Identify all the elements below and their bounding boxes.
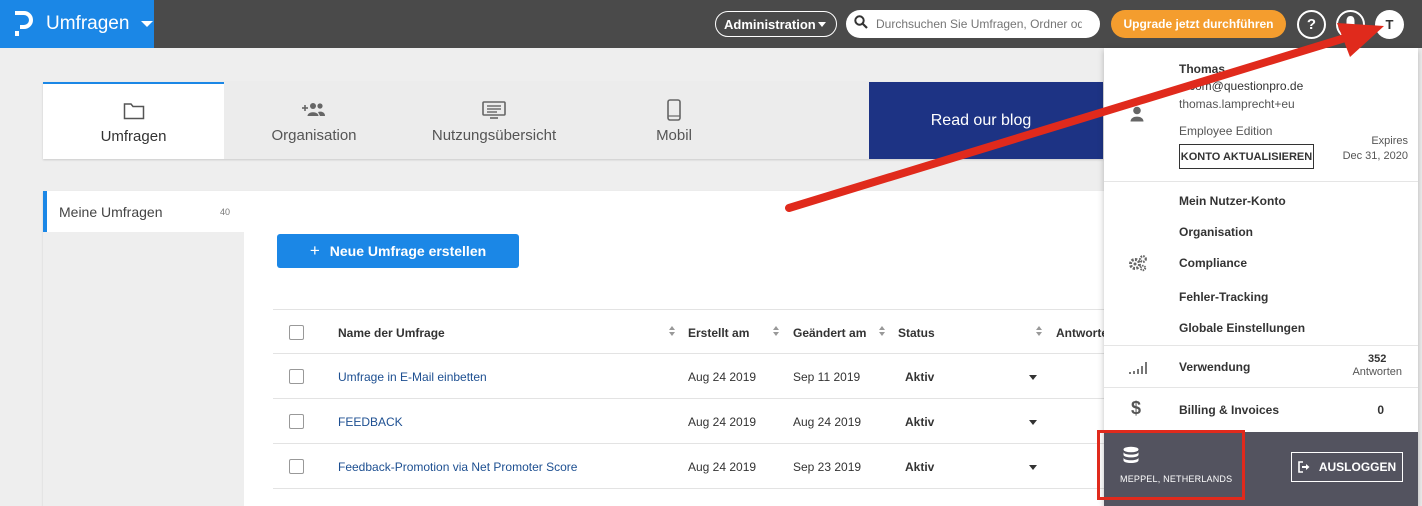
created-date: Aug 24 2019: [688, 459, 757, 474]
logout-button[interactable]: AUSLOGGEN: [1291, 452, 1403, 482]
column-header-changed[interactable]: Geändert am: [793, 310, 866, 355]
survey-name-link[interactable]: FEEDBACK: [338, 399, 403, 444]
bell-icon: [1344, 15, 1357, 34]
folder-sidebar: Meine Umfragen 40: [43, 191, 244, 506]
top-bar: Umfragen Administration Upgrade jetzt du…: [0, 0, 1422, 48]
dollar-icon: $: [1131, 398, 1142, 418]
search-icon: [854, 14, 868, 34]
brand-title: Umfragen: [46, 13, 130, 34]
status-dropdown-icon[interactable]: [1029, 465, 1037, 470]
changed-date: Sep 23 2019: [793, 459, 862, 474]
folder-label: Meine Umfragen: [59, 203, 163, 220]
profile-section: Thomas ...com@questionpro.de thomas.lamp…: [1104, 48, 1418, 182]
status-value: Aktiv: [905, 414, 935, 429]
billing-value: 0: [1377, 403, 1384, 417]
survey-name-link[interactable]: Umfrage in E-Mail einbetten: [338, 354, 487, 399]
user-icon: [1130, 106, 1144, 127]
table-row: FEEDBACK Aug 24 2019 Aug 24 2019 Aktiv: [273, 399, 1113, 444]
surveys-table: Name der Umfrage Erstellt am Geändert am…: [273, 309, 1113, 489]
profile-edition: Employee Edition: [1179, 124, 1273, 138]
status-dropdown-icon[interactable]: [1029, 420, 1037, 425]
new-survey-button[interactable]: + Neue Umfrage erstellen: [277, 234, 519, 268]
status-dropdown-icon[interactable]: [1029, 375, 1037, 380]
help-button[interactable]: ?: [1297, 10, 1326, 39]
survey-name-link[interactable]: Feedback-Promotion via Net Promoter Scor…: [338, 444, 577, 489]
folder-count: 40: [219, 206, 230, 217]
changed-date: Aug 24 2019: [793, 414, 862, 429]
usage-unit: Antworten: [1352, 366, 1402, 378]
surveys-panel: Meine Umfragen 40 + Neue Umfrage erstell…: [43, 191, 1113, 506]
administration-label: Administration: [724, 16, 816, 32]
tab-label: Mobil: [656, 127, 692, 144]
logout-label: AUSLOGGEN: [1318, 460, 1397, 474]
read-blog-banner[interactable]: Read our blog: [869, 82, 1103, 159]
phone-icon: [667, 97, 681, 123]
plus-icon: +: [309, 241, 320, 260]
row-checkbox[interactable]: [289, 414, 304, 429]
row-checkbox[interactable]: [289, 369, 304, 384]
tab-label: Organisation: [271, 127, 357, 144]
changed-date: Sep 11 2019: [793, 369, 861, 384]
tab-label: Umfragen: [100, 128, 167, 145]
brand-menu[interactable]: Umfragen: [0, 0, 154, 48]
chevron-down-icon: [141, 21, 154, 27]
notifications-button[interactable]: [1336, 10, 1365, 39]
select-all-checkbox[interactable]: [289, 325, 304, 340]
profile-username: thomas.lamprecht+eu: [1179, 97, 1295, 111]
main-nav-tabs: Umfragen Organisation Nutzungsübersicht …: [43, 82, 1103, 159]
status-value: Aktiv: [905, 369, 935, 384]
column-header-name[interactable]: Name der Umfrage: [338, 310, 445, 355]
expires-label: Expires: [1371, 135, 1408, 147]
row-checkbox[interactable]: [289, 459, 304, 474]
profile-email: ...com@questionpro.de: [1179, 79, 1304, 93]
usage-label: Verwendung: [1179, 360, 1251, 374]
menu-link-compliance[interactable]: Compliance: [1179, 256, 1247, 270]
created-date: Aug 24 2019: [688, 369, 757, 384]
chevron-down-icon: [818, 22, 826, 27]
upgrade-account-button[interactable]: KONTO AKTUALISIEREN: [1179, 144, 1314, 169]
expiry-info: Expires Dec 31, 2020: [1343, 134, 1408, 164]
signal-bars-icon: [1128, 360, 1148, 379]
status-value: Aktiv: [905, 459, 935, 474]
billing-label: Billing & Invoices: [1179, 403, 1280, 417]
logout-icon: [1298, 461, 1311, 473]
upgrade-button[interactable]: Upgrade jetzt durchführen: [1111, 10, 1286, 38]
settings-section: Mein Nutzer-Konto Organisation Complianc…: [1104, 182, 1418, 346]
menu-link-global-settings[interactable]: Globale Einstellungen: [1179, 321, 1305, 335]
usage-section[interactable]: Verwendung 352 Antworten: [1104, 346, 1418, 388]
avatar-button[interactable]: T: [1375, 10, 1404, 39]
tab-umfragen[interactable]: Umfragen: [43, 82, 224, 159]
table-header: Name der Umfrage Erstellt am Geändert am…: [273, 309, 1113, 354]
new-survey-label: Neue Umfrage erstellen: [329, 243, 487, 259]
folder-icon: [123, 98, 145, 124]
tab-mobil[interactable]: Mobil: [584, 82, 764, 159]
location-highlight-box: [1097, 430, 1245, 500]
table-row: Umfrage in E-Mail einbetten Aug 24 2019 …: [273, 354, 1113, 399]
questionpro-logo-icon: [8, 9, 38, 39]
search-box[interactable]: [846, 10, 1100, 38]
tab-nutzungsuebersicht[interactable]: Nutzungsübersicht: [404, 82, 584, 159]
usage-count: 352 Antworten: [1352, 353, 1402, 379]
gears-icon: [1128, 254, 1148, 277]
monitor-icon: [482, 97, 506, 123]
administration-select[interactable]: Administration: [715, 11, 837, 37]
folder-item-meine-umfragen[interactable]: Meine Umfragen 40: [43, 191, 244, 232]
table-row: Feedback-Promotion via Net Promoter Scor…: [273, 444, 1113, 489]
billing-section[interactable]: $ Billing & Invoices 0: [1104, 388, 1418, 432]
usage-number: 352: [1368, 353, 1387, 365]
add-group-icon: [301, 97, 327, 123]
column-header-created[interactable]: Erstellt am: [688, 310, 749, 355]
tab-organisation[interactable]: Organisation: [224, 82, 404, 159]
menu-link-error-tracking[interactable]: Fehler-Tracking: [1179, 290, 1268, 304]
search-input[interactable]: [876, 17, 1082, 31]
menu-link-user-account[interactable]: Mein Nutzer-Konto: [1179, 194, 1286, 208]
profile-name: Thomas: [1179, 62, 1226, 76]
menu-link-organisation[interactable]: Organisation: [1179, 225, 1253, 239]
tab-label: Nutzungsübersicht: [431, 127, 557, 144]
expires-date: Dec 31, 2020: [1342, 150, 1408, 162]
created-date: Aug 24 2019: [688, 414, 757, 429]
column-header-answers[interactable]: Antworte: [1056, 310, 1108, 355]
column-header-status[interactable]: Status: [898, 310, 935, 355]
